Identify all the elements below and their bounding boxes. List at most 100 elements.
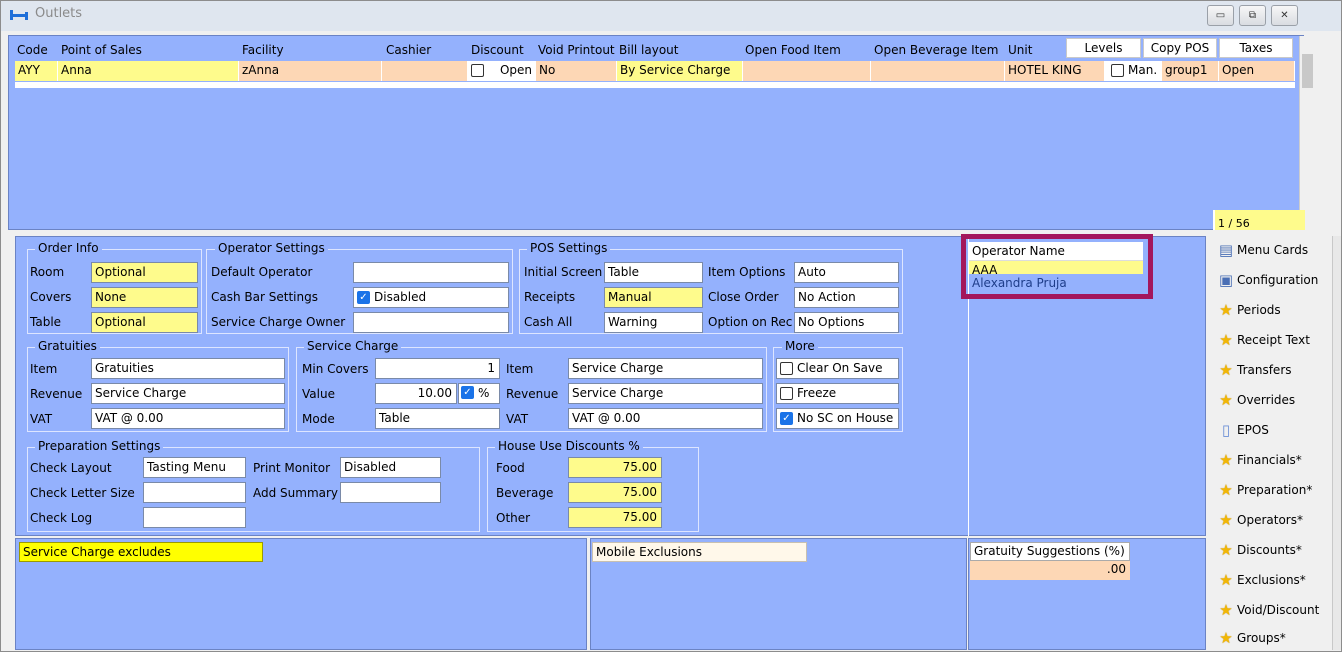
clear-on-save-option[interactable]: Clear On Save: [776, 358, 899, 379]
col-header-discount[interactable]: Discount: [471, 43, 524, 57]
minimize-button[interactable]: ▭: [1207, 5, 1234, 26]
sidebar-financials[interactable]: ★ Financials*: [1208, 445, 1332, 475]
sidebar-preparation[interactable]: ★ Preparation*: [1208, 475, 1332, 505]
col-header-open-food[interactable]: Open Food Item: [745, 43, 841, 57]
check-letter-size-field[interactable]: [143, 482, 246, 503]
close-button[interactable]: ✕: [1271, 5, 1298, 26]
sidebar-configuration[interactable]: ▣ Configuration: [1208, 265, 1332, 295]
maximize-button[interactable]: ⧉: [1239, 5, 1266, 26]
col-header-code[interactable]: Code: [17, 43, 48, 57]
sidebar-receipt-text[interactable]: ★ Receipt Text: [1208, 325, 1332, 355]
star-icon: ★: [1219, 541, 1233, 559]
levels-checkbox[interactable]: [1111, 64, 1124, 77]
sc-percent-checkbox[interactable]: ✓: [461, 386, 474, 399]
cell-open-beverage[interactable]: [871, 61, 1005, 81]
mobile-exclusions-header[interactable]: Mobile Exclusions: [592, 542, 807, 562]
gratuity-item-field[interactable]: Gratuities: [91, 358, 285, 379]
check-log-field[interactable]: [143, 507, 246, 528]
gratuity-vat-label: VAT: [30, 412, 53, 426]
room-field[interactable]: Optional: [91, 262, 198, 283]
min-covers-label: Min Covers: [302, 362, 369, 376]
cell-levels[interactable]: Man.: [1105, 61, 1162, 81]
gratuity-revenue-field[interactable]: Service Charge: [91, 383, 285, 404]
sidebar-label: Overrides: [1237, 393, 1296, 407]
sidebar-scrollbar[interactable]: [1332, 236, 1341, 650]
food-discount-field[interactable]: 75.00: [568, 457, 662, 478]
add-summary-field[interactable]: [340, 482, 441, 503]
no-sc-on-house-option[interactable]: ✓ No SC on House: [776, 408, 899, 429]
cell-open-food[interactable]: [743, 61, 871, 81]
cell-void-printout[interactable]: No: [536, 61, 617, 81]
cell-copy-pos[interactable]: group1: [1162, 61, 1219, 81]
sidebar-discounts[interactable]: ★ Discounts*: [1208, 535, 1332, 565]
sc-percent-toggle[interactable]: ✓%: [458, 383, 500, 404]
cell-unit[interactable]: HOTEL KING: [1005, 61, 1105, 81]
clear-on-save-checkbox[interactable]: [780, 362, 793, 375]
other-label: Other: [496, 511, 531, 525]
gratuity-value-field[interactable]: .00: [970, 561, 1130, 580]
freeze-option[interactable]: Freeze: [776, 383, 899, 404]
table-field[interactable]: Optional: [91, 312, 198, 333]
col-header-bill-layout[interactable]: Bill layout: [619, 43, 679, 57]
copy-pos-button[interactable]: Copy POS: [1143, 38, 1217, 58]
sidebar-groups[interactable]: ★ Groups*: [1208, 625, 1332, 651]
sidebar-void-discount[interactable]: ★ Void/Discount: [1208, 595, 1332, 625]
col-header-cashier[interactable]: Cashier: [386, 43, 431, 57]
initial-screen-field[interactable]: Table: [604, 262, 703, 283]
sidebar-periods[interactable]: ★ Periods: [1208, 295, 1332, 325]
discount-checkbox[interactable]: [471, 64, 484, 77]
sc-item-field[interactable]: Service Charge: [568, 358, 763, 379]
gratuity-vat-field[interactable]: VAT @ 0.00: [91, 408, 285, 429]
cell-cashier[interactable]: [382, 61, 468, 81]
levels-button[interactable]: Levels: [1066, 38, 1141, 58]
sc-revenue-field[interactable]: Service Charge: [568, 383, 763, 404]
beverage-discount-field[interactable]: 75.00: [568, 482, 662, 503]
receipts-field[interactable]: Manual: [604, 287, 703, 308]
beverage-label: Beverage: [496, 486, 554, 500]
cash-bar-checkbox[interactable]: ✓: [357, 291, 370, 304]
other-discount-field[interactable]: 75.00: [568, 507, 662, 528]
option-on-rec-field[interactable]: No Options: [794, 312, 899, 333]
initial-screen-label: Initial Screen: [524, 265, 603, 279]
item-options-field[interactable]: Auto: [794, 262, 899, 283]
sidebar-epos[interactable]: ▯ EPOS: [1208, 415, 1332, 445]
document-icon: ▯: [1221, 421, 1231, 439]
taxes-button[interactable]: Taxes: [1219, 38, 1293, 58]
cell-facility[interactable]: zAnna: [239, 61, 382, 81]
sidebar-exclusions[interactable]: ★ Exclusions*: [1208, 565, 1332, 595]
sc-value-field[interactable]: 10.00: [375, 383, 457, 404]
col-header-facility[interactable]: Facility: [242, 43, 284, 57]
sidebar-overrides[interactable]: ★ Overrides: [1208, 385, 1332, 415]
cell-code[interactable]: AYY: [15, 61, 58, 81]
cell-taxes[interactable]: Open: [1219, 61, 1295, 81]
cell-pos[interactable]: Anna: [58, 61, 239, 81]
sidebar-transfers[interactable]: ★ Transfers: [1208, 355, 1332, 385]
cash-all-field[interactable]: Warning: [604, 312, 703, 333]
sidebar-label: Discounts*: [1237, 543, 1302, 557]
freeze-checkbox[interactable]: [780, 387, 793, 400]
col-header-pos[interactable]: Point of Sales: [61, 43, 142, 57]
sidebar-menu-cards[interactable]: ▤ Menu Cards: [1208, 235, 1332, 265]
window-title: Outlets: [35, 6, 83, 21]
cell-discount[interactable]: Open: [468, 61, 536, 81]
sidebar-label: Void/Discount: [1237, 603, 1320, 617]
min-covers-field[interactable]: 1: [375, 358, 500, 379]
cell-bill-layout[interactable]: By Service Charge: [617, 61, 743, 81]
close-order-field[interactable]: No Action: [794, 287, 899, 308]
grid-scroll-thumb[interactable]: [1302, 54, 1313, 88]
covers-field[interactable]: None: [91, 287, 198, 308]
sidebar-operators[interactable]: ★ Operators*: [1208, 505, 1332, 535]
default-operator-field[interactable]: [353, 262, 509, 283]
print-monitor-field[interactable]: Disabled: [340, 457, 441, 478]
sc-excludes-header[interactable]: Service Charge excludes: [19, 542, 263, 562]
cash-bar-field[interactable]: ✓ Disabled: [353, 287, 509, 308]
sc-owner-field[interactable]: [353, 312, 509, 333]
title-bar: [1, 1, 1341, 31]
sc-vat-field[interactable]: VAT @ 0.00: [568, 408, 763, 429]
sc-mode-field[interactable]: Table: [375, 408, 500, 429]
col-header-open-beverage[interactable]: Open Beverage Item: [874, 43, 998, 57]
no-sc-on-house-checkbox[interactable]: ✓: [780, 412, 793, 425]
col-header-void-printout[interactable]: Void Printout: [538, 43, 615, 57]
check-layout-field[interactable]: Tasting Menu: [143, 457, 246, 478]
col-header-unit[interactable]: Unit: [1008, 43, 1032, 57]
